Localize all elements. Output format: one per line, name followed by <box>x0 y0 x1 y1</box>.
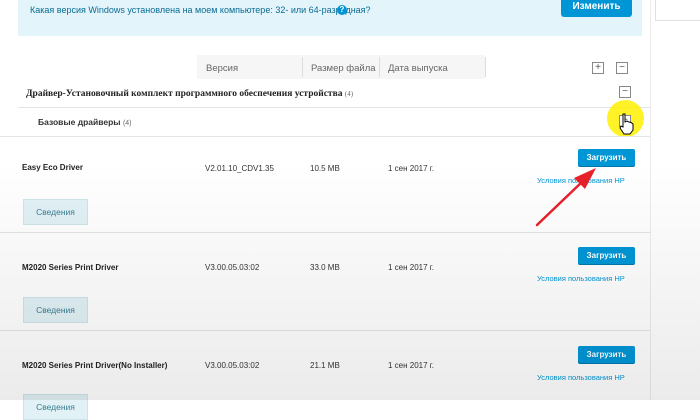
red-arrow-annotation <box>535 168 596 227</box>
arrow-shaft <box>535 179 585 227</box>
